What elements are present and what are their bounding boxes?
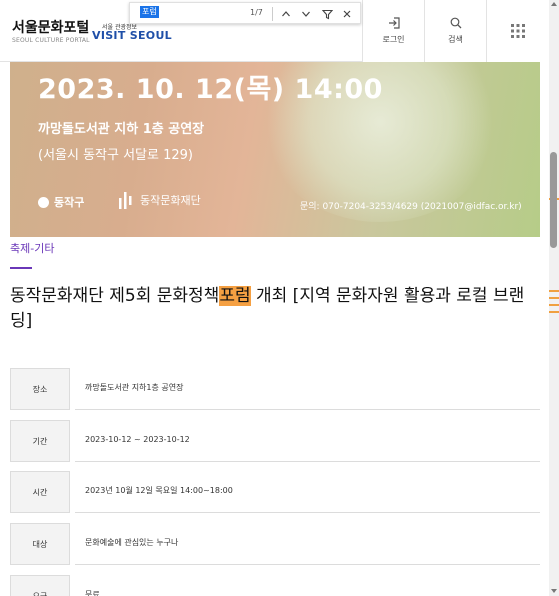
- info-row-time: 시간 2023년 10월 12일 목요일 14:00~18:00: [10, 471, 540, 517]
- login-button[interactable]: 로그인: [362, 0, 424, 62]
- foundation-logo-icon: [119, 192, 132, 209]
- login-icon: [388, 17, 400, 29]
- info-label: 시간: [10, 471, 70, 513]
- info-label: 요금: [10, 575, 70, 596]
- poster-venue: 까망돌도서관 지하 1층 공연장: [38, 122, 205, 137]
- info-row-audience: 대상 문화예술에 관심있는 누구나: [10, 523, 540, 569]
- chevron-up-icon: [282, 11, 290, 17]
- find-previous-button[interactable]: [278, 6, 294, 22]
- scrollbar-thumb[interactable]: [550, 152, 557, 248]
- poster-address: (서울시 동작구 서달로 129): [38, 148, 193, 163]
- site-logo[interactable]: 서울문화포털: [12, 17, 89, 37]
- event-poster-banner: 2023. 10. 12(목) 14:00 까망돌도서관 지하 1층 공연장 (…: [10, 62, 540, 237]
- info-label: 대상: [10, 523, 70, 565]
- menu-button[interactable]: [486, 0, 549, 62]
- find-match-marker: [549, 311, 559, 313]
- info-value: 무료: [75, 575, 540, 596]
- info-label: 장소: [10, 368, 70, 410]
- search-label: 검색: [448, 35, 463, 44]
- info-label: 기간: [10, 420, 70, 462]
- find-next-button[interactable]: [298, 6, 314, 22]
- find-match-count: 1/7: [250, 8, 263, 17]
- find-match-marker: [549, 297, 559, 299]
- search-icon: [450, 17, 461, 29]
- login-label: 로그인: [382, 35, 405, 44]
- poster-org1-label: 동작구: [54, 196, 85, 209]
- page-scrollbar[interactable]: [549, 0, 559, 596]
- event-title: 동작문화재단 제5회 문화정책포럼 개최 [지역 문화자원 활용과 로컬 브랜딩…: [10, 284, 530, 334]
- find-separator: [272, 7, 273, 21]
- grid-menu-icon: [511, 24, 525, 38]
- title-text-before: 동작문화재단 제5회 문화정책: [10, 286, 220, 306]
- info-value: 2023년 10월 12일 목요일 14:00~18:00: [75, 471, 540, 513]
- filter-icon: [321, 9, 333, 19]
- poster-org-dongjak: 동작구: [38, 194, 84, 210]
- info-value: 문화예술에 관심있는 누구나: [75, 523, 540, 565]
- find-match-marker: [549, 304, 559, 306]
- category-underline: [10, 267, 32, 269]
- poster-date: 2023. 10. 12(목) 14:00: [38, 74, 383, 105]
- chevron-down-icon: [302, 11, 310, 17]
- info-row-fee: 요금 무료: [10, 575, 540, 596]
- find-input[interactable]: 포럼: [140, 6, 159, 18]
- title-search-highlight: 포럼: [219, 286, 251, 306]
- poster-contact: 문의: 070-7204-3253/4629 (2021007@idfac.or…: [300, 202, 522, 212]
- info-value: 2023-10-12 ~ 2023-10-12: [75, 420, 540, 462]
- visit-seoul-link[interactable]: VISIT SEOUL: [92, 29, 172, 42]
- info-row-period: 기간 2023-10-12 ~ 2023-10-12: [10, 420, 540, 466]
- poster-org-foundation: 동작문화재단: [118, 190, 201, 210]
- dongjak-logo-icon: [38, 196, 49, 208]
- find-filter-button[interactable]: [319, 6, 335, 22]
- info-value: 까망돌도서관 지하1층 공연장: [75, 368, 540, 410]
- search-button[interactable]: 검색: [424, 0, 486, 62]
- find-bar: 포럼 1/7: [129, 2, 361, 24]
- event-category[interactable]: 축제-기타: [10, 240, 54, 256]
- close-icon: [343, 10, 351, 18]
- find-close-button[interactable]: [339, 6, 355, 22]
- info-row-location: 장소 까망돌도서관 지하1층 공연장: [10, 368, 540, 414]
- scroll-up-arrow-icon[interactable]: [551, 2, 557, 6]
- site-logo-subtitle: SEOUL CULTURE PORTAL: [12, 37, 90, 44]
- poster-org2-label: 동작문화재단: [140, 194, 201, 207]
- find-match-marker: [549, 290, 559, 292]
- scroll-down-arrow-icon[interactable]: [551, 589, 557, 593]
